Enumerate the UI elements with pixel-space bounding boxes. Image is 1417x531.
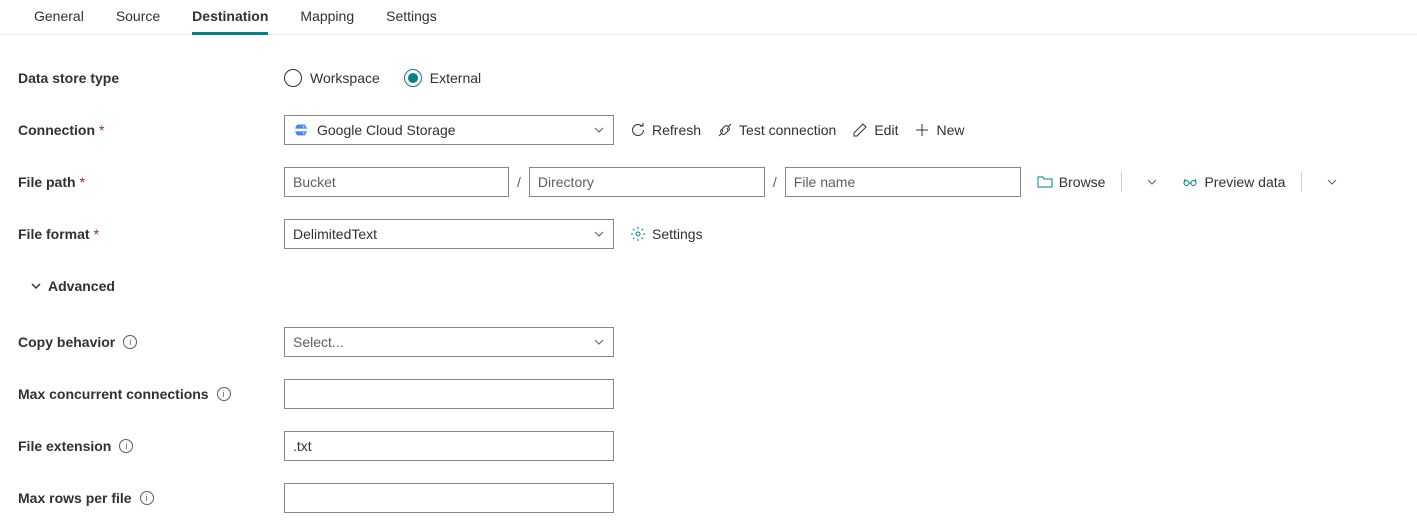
advanced-label: Advanced: [48, 278, 115, 294]
label-file-format: File format *: [18, 226, 284, 242]
radio-external-label: External: [430, 70, 481, 86]
divider: [1121, 172, 1122, 192]
info-icon[interactable]: i: [217, 387, 231, 401]
chevron-down-icon: [1146, 176, 1158, 188]
tab-destination[interactable]: Destination: [176, 0, 284, 34]
row-max-rows: Max rows per file i: [18, 483, 1399, 513]
file-format-settings-label: Settings: [652, 226, 703, 242]
label-max-rows-text: Max rows per file: [18, 490, 132, 506]
info-icon[interactable]: i: [119, 439, 133, 453]
max-rows-input[interactable]: [284, 483, 614, 513]
advanced-toggle[interactable]: Advanced: [30, 278, 115, 294]
radio-external[interactable]: External: [404, 69, 481, 87]
label-file-path-text: File path: [18, 174, 76, 190]
label-data-store-type: Data store type: [18, 70, 284, 86]
label-file-extension: File extension i: [18, 438, 284, 454]
label-copy-behavior-text: Copy behavior: [18, 334, 115, 350]
row-max-concurrent: Max concurrent connections i: [18, 379, 1399, 409]
required-asterisk-icon: *: [94, 226, 99, 242]
info-icon[interactable]: i: [123, 335, 137, 349]
label-max-concurrent-text: Max concurrent connections: [18, 386, 209, 402]
label-copy-behavior: Copy behavior i: [18, 334, 284, 350]
required-asterisk-icon: *: [80, 174, 85, 190]
new-button[interactable]: New: [914, 122, 964, 138]
edit-button[interactable]: Edit: [852, 122, 898, 138]
chevron-down-icon: [30, 280, 42, 292]
chevron-down-icon: [593, 336, 605, 348]
preview-data-label: Preview data: [1204, 174, 1285, 190]
radio-workspace-label: Workspace: [310, 70, 380, 86]
label-connection-text: Connection: [18, 122, 95, 138]
path-separator: /: [771, 174, 779, 190]
gcs-icon: [293, 122, 309, 138]
preview-data-button[interactable]: Preview data: [1182, 174, 1285, 190]
edit-label: Edit: [874, 122, 898, 138]
directory-input[interactable]: [529, 167, 765, 197]
file-format-value: DelimitedText: [293, 226, 593, 242]
tab-settings[interactable]: Settings: [370, 0, 453, 34]
file-path-group: / /: [284, 167, 1021, 197]
new-label: New: [936, 122, 964, 138]
edit-icon: [852, 122, 868, 138]
bucket-input[interactable]: [284, 167, 509, 197]
row-file-path: File path * / / Browse Preview data: [18, 167, 1399, 197]
test-connection-icon: [717, 122, 733, 138]
plus-icon: [914, 122, 930, 138]
row-copy-behavior: Copy behavior i Select...: [18, 327, 1399, 357]
file-format-settings-button[interactable]: Settings: [630, 226, 703, 242]
refresh-button[interactable]: Refresh: [630, 122, 701, 138]
row-file-format: File format * DelimitedText Settings: [18, 219, 1399, 249]
chevron-down-icon: [1326, 176, 1338, 188]
file-format-dropdown[interactable]: DelimitedText: [284, 219, 614, 249]
row-advanced-toggle: Advanced: [18, 271, 1399, 301]
test-connection-label: Test connection: [739, 122, 836, 138]
label-file-format-text: File format: [18, 226, 90, 242]
form-section: Data store type Workspace External Conne…: [0, 35, 1417, 531]
chevron-down-icon: [593, 228, 605, 240]
radio-circle-checked-icon: [404, 69, 422, 87]
row-file-extension: File extension i: [18, 431, 1399, 461]
radio-circle-icon: [284, 69, 302, 87]
tab-source[interactable]: Source: [100, 0, 176, 34]
required-asterisk-icon: *: [99, 122, 104, 138]
browse-button[interactable]: Browse: [1037, 174, 1106, 190]
glasses-icon: [1182, 174, 1198, 190]
browse-label: Browse: [1059, 174, 1106, 190]
row-data-store-type: Data store type Workspace External: [18, 63, 1399, 93]
path-separator: /: [515, 174, 523, 190]
copy-behavior-dropdown[interactable]: Select...: [284, 327, 614, 357]
refresh-label: Refresh: [652, 122, 701, 138]
chevron-down-icon: [593, 124, 605, 136]
label-connection: Connection *: [18, 122, 284, 138]
label-file-path: File path *: [18, 174, 284, 190]
folder-icon: [1037, 174, 1053, 190]
data-store-type-radio-group: Workspace External: [284, 69, 481, 87]
label-file-extension-text: File extension: [18, 438, 111, 454]
divider: [1301, 172, 1302, 192]
radio-workspace[interactable]: Workspace: [284, 69, 380, 87]
tab-general[interactable]: General: [18, 0, 100, 34]
label-max-rows: Max rows per file i: [18, 490, 284, 506]
preview-dropdown-chevron[interactable]: [1318, 168, 1346, 196]
label-max-concurrent: Max concurrent connections i: [18, 386, 284, 402]
browse-dropdown-chevron[interactable]: [1138, 168, 1166, 196]
connection-dropdown[interactable]: Google Cloud Storage: [284, 115, 614, 145]
gear-icon: [630, 226, 646, 242]
max-concurrent-input[interactable]: [284, 379, 614, 409]
file-name-input[interactable]: [785, 167, 1021, 197]
copy-behavior-placeholder: Select...: [293, 334, 593, 350]
connection-value: Google Cloud Storage: [317, 122, 593, 138]
info-icon[interactable]: i: [140, 491, 154, 505]
test-connection-button[interactable]: Test connection: [717, 122, 836, 138]
tab-mapping[interactable]: Mapping: [284, 0, 370, 34]
file-extension-input[interactable]: [284, 431, 614, 461]
tabs-bar: General Source Destination Mapping Setti…: [0, 0, 1417, 35]
row-connection: Connection * Google Cloud Storage Refres…: [18, 115, 1399, 145]
refresh-icon: [630, 122, 646, 138]
